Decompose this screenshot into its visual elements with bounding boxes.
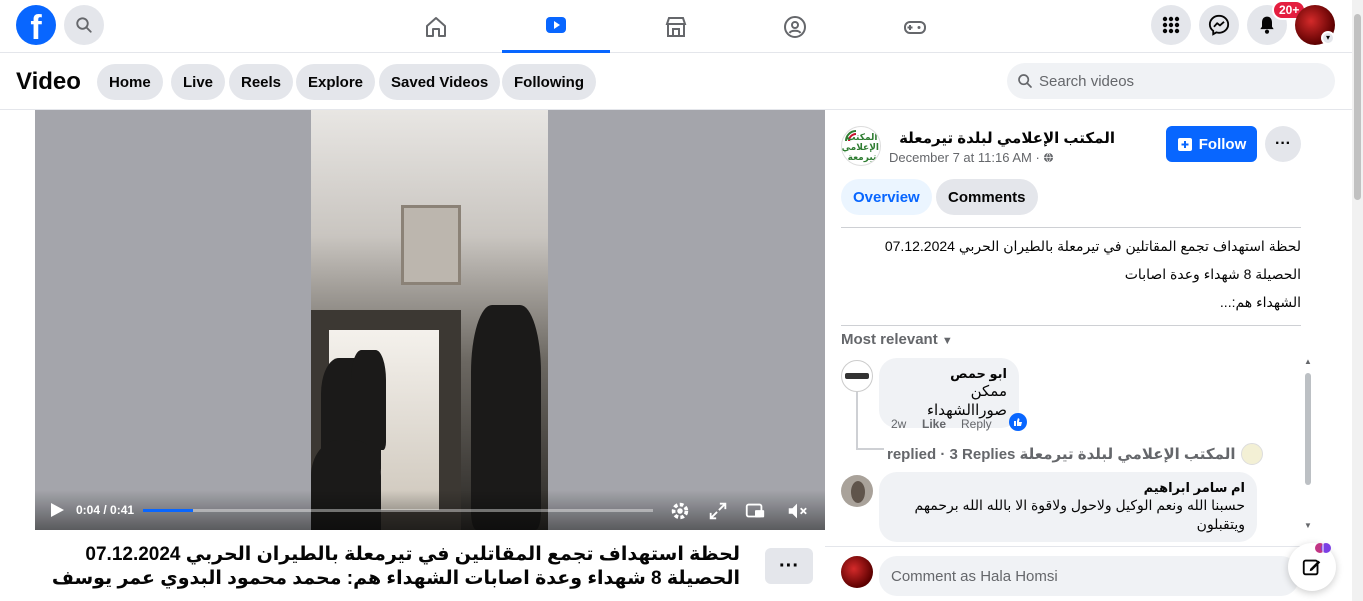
search-icon xyxy=(1018,74,1032,88)
video-controls: 0:04 / 0:41 xyxy=(35,490,825,530)
follow-button[interactable]: Follow xyxy=(1166,126,1257,162)
comment-author[interactable]: ام سامر ابراهيم xyxy=(891,480,1245,496)
comment-age[interactable]: 2w xyxy=(891,417,906,431)
menu-grid-icon xyxy=(1162,16,1180,34)
nav-tab-video[interactable] xyxy=(502,0,610,53)
add-page-icon xyxy=(1177,138,1192,151)
my-avatar[interactable] xyxy=(841,556,873,588)
post-more-button[interactable]: ··· xyxy=(1265,126,1301,162)
chip-explore[interactable]: Explore xyxy=(296,64,376,100)
page-scroll-thumb[interactable] xyxy=(1354,14,1361,200)
comment-reply-button[interactable]: Reply xyxy=(961,417,992,431)
compose-icon xyxy=(1302,559,1321,576)
replies-text: المكتب الإعلامي لبلدة تيرمعلة replied · … xyxy=(887,446,1236,463)
video-progress-bar[interactable] xyxy=(143,509,653,512)
chip-home[interactable]: Home xyxy=(97,64,163,100)
video-subbar: Video Home Live Reels Explore Saved Vide… xyxy=(0,53,1352,110)
thread-line xyxy=(856,392,858,450)
page-scrollbar[interactable] xyxy=(1352,0,1363,601)
video-time: 0:04 / 0:41 xyxy=(76,503,135,517)
expand-icon[interactable] xyxy=(707,500,729,522)
description-line: لحظة استهداف تجمع المقاتلين في تيرمعلة ب… xyxy=(884,238,1301,254)
thread-line xyxy=(856,448,884,450)
nav-tab-groups[interactable] xyxy=(741,0,849,53)
comment-text: ممكن صوراالشهداء xyxy=(926,383,1007,419)
search-button[interactable] xyxy=(64,5,104,45)
home-icon xyxy=(426,16,446,37)
muted-volume-icon[interactable] xyxy=(786,500,808,522)
marketplace-icon xyxy=(665,16,687,37)
more-dots-icon: ··· xyxy=(1275,135,1291,152)
picture-in-picture-icon[interactable] xyxy=(744,500,766,522)
nav-tab-gaming[interactable] xyxy=(861,0,969,53)
nav-tab-home[interactable] xyxy=(382,0,490,53)
divider xyxy=(825,546,1315,547)
nav-tab-marketplace[interactable] xyxy=(622,0,730,53)
replies-link[interactable]: المكتب الإعلامي لبلدة تيرمعلة replied · … xyxy=(887,443,1264,465)
bell-icon xyxy=(1260,16,1274,34)
video-title: لحظة استهداف تجمع المقاتلين في تيرمعلة ب… xyxy=(51,544,740,593)
comment-like-button[interactable]: Like xyxy=(922,417,946,431)
caret-down-icon: ▼ xyxy=(941,335,953,347)
post-side-panel: المكتب الإعلامي تيرمعة المكتب الإعلامي ل… xyxy=(825,110,1352,601)
post-timestamp[interactable]: December 7 at 11:16 AM · xyxy=(889,150,1054,165)
comment-avatar[interactable] xyxy=(841,475,873,507)
sort-label: Most relevant xyxy=(841,331,938,348)
video-progress-fill xyxy=(143,509,193,512)
chevron-down-icon[interactable]: ▾ xyxy=(1321,31,1335,45)
chip-saved-videos[interactable]: Saved Videos xyxy=(379,64,501,100)
video-scene-person xyxy=(351,350,386,450)
divider xyxy=(841,227,1301,228)
menu-button[interactable] xyxy=(1151,5,1191,45)
description-line[interactable]: الشهداء هم:... xyxy=(841,288,1301,316)
comment-text: حسبنا الله ونعم الوكيل ولاحول ولاقوة الا… xyxy=(914,497,1245,532)
new-message-button[interactable] xyxy=(1288,543,1336,591)
comment-input[interactable]: Comment as Hala Homsi xyxy=(879,556,1299,596)
divider xyxy=(841,325,1301,326)
description-line: الحصيلة 8 شهداء وعدة اصابات xyxy=(1124,266,1301,282)
page-avatar-text: المكتب الإعلامي تيرمعة xyxy=(841,132,879,162)
comment-sort-dropdown[interactable]: Most relevant ▼ xyxy=(841,331,953,348)
page-title: Video xyxy=(16,68,81,95)
like-reaction-icon xyxy=(1009,413,1027,431)
comment-author[interactable]: ابو حمص xyxy=(891,366,1007,382)
play-icon[interactable] xyxy=(49,502,65,518)
tab-comments[interactable]: Comments xyxy=(936,179,1038,215)
chip-following[interactable]: Following xyxy=(502,64,596,100)
settings-gear-icon[interactable] xyxy=(669,500,691,522)
messenger-icon xyxy=(1208,14,1230,36)
globe-icon xyxy=(1044,152,1054,163)
video-scene-window xyxy=(401,205,461,285)
comments-scroll-thumb[interactable] xyxy=(1305,373,1311,485)
ai-brain-icon xyxy=(1315,543,1331,553)
page-avatar[interactable]: المكتب الإعلامي تيرمعة xyxy=(841,126,881,166)
top-navigation-bar: f 20+ ▾ xyxy=(0,0,1363,53)
chip-live[interactable]: Live xyxy=(171,64,226,100)
video-icon xyxy=(546,17,566,33)
follow-label: Follow xyxy=(1198,135,1247,153)
comment-avatar[interactable] xyxy=(841,360,873,392)
facebook-logo[interactable]: f xyxy=(16,5,56,45)
tab-overview[interactable]: Overview xyxy=(841,179,932,215)
comments-scrollbar[interactable]: ▲ ▼ xyxy=(1301,355,1315,535)
page-name[interactable]: المكتب الإعلامي لبلدة تيرمعلة xyxy=(889,129,1115,147)
post-time-text: December 7 at 11:16 AM · xyxy=(889,150,1044,165)
search-icon xyxy=(76,17,92,33)
chip-reels[interactable]: Reels xyxy=(229,64,294,100)
scroll-up-arrow-icon[interactable]: ▲ xyxy=(1304,357,1312,366)
comment-bubble: ام سامر ابراهيم حسبنا الله ونعم الوكيل و… xyxy=(879,472,1257,542)
post-description: لحظة استهداف تجمع المقاتلين في تيرمعلة ب… xyxy=(841,232,1301,316)
gaming-icon xyxy=(904,20,926,34)
video-frame xyxy=(311,110,548,530)
search-videos-input[interactable] xyxy=(1039,72,1319,90)
video-player[interactable]: 0:04 / 0:41 xyxy=(35,110,825,530)
logo-letter: f xyxy=(30,9,42,45)
replier-avatar xyxy=(1241,443,1264,465)
scroll-down-arrow-icon[interactable]: ▼ xyxy=(1304,521,1312,530)
groups-icon xyxy=(784,15,806,38)
video-more-button[interactable]: ··· xyxy=(765,548,813,584)
more-dots-icon: ··· xyxy=(779,554,799,577)
search-videos-box[interactable] xyxy=(1007,63,1335,99)
messenger-button[interactable] xyxy=(1199,5,1239,45)
